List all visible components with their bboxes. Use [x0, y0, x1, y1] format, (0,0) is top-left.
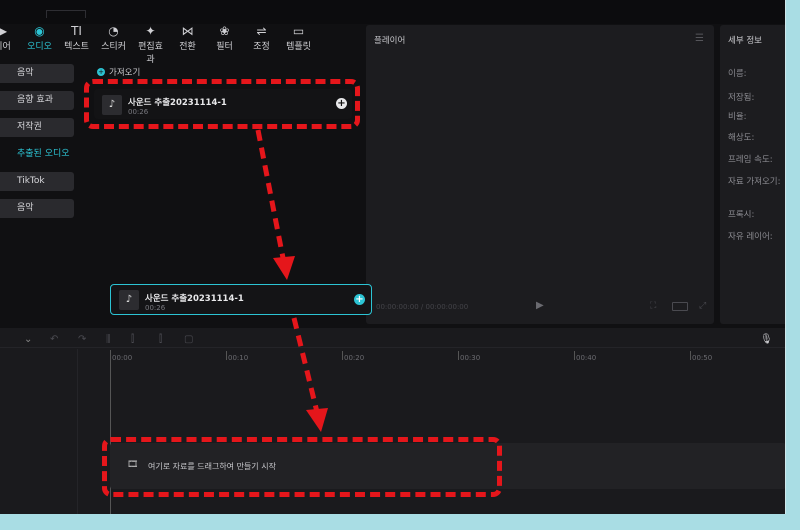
- media-icon: ▶: [0, 24, 19, 39]
- filter-icon: ❀: [219, 24, 230, 38]
- video-editor-window: ▶디어◉오디오TI텍스트◔스티커✦편집효과⋈전환❀필터⇌조정▭템플릿 음악음향 …: [0, 0, 786, 514]
- ruler-tick-label: 00:10: [225, 351, 249, 362]
- ruler-tick-label: 00:00: [109, 351, 133, 362]
- import-label: 가져오기: [109, 68, 141, 78]
- category-toolbar: ▶ 디어 ◉ 오디오 TI 텍스트 ◔ 스티커 ✦ 편집효과 ⋈ 전환 ❀ 필터 ⇌ 조정 ▭ 템플릿: [0, 24, 360, 65]
- redo-icon[interactable]: ↷: [78, 334, 86, 345]
- ratio-icon[interactable]: [672, 302, 688, 311]
- tab-label: 필터: [216, 42, 233, 52]
- tab-label: 조정: [253, 42, 270, 52]
- arrow-1-head: [273, 256, 295, 280]
- ruler-tick-label: 00:20: [341, 351, 365, 362]
- audio-icon: ◉: [34, 24, 45, 38]
- fullscreen-icon[interactable]: ⤢: [699, 301, 706, 311]
- text-icon: TI: [71, 24, 82, 38]
- detail-label: 자료 가져오기:: [728, 177, 781, 187]
- tab-filter[interactable]: ❀ 필터: [208, 24, 241, 60]
- player-panel: 플레이어 ☰ 00:00:00:00 / 00:00:00:00 ▶ ⛶ ⤢: [366, 25, 714, 324]
- tab-label: 전환: [179, 42, 196, 52]
- tab-text[interactable]: TI 텍스트: [60, 24, 93, 60]
- ghost-clip-title: 사운드 추출20231114-1: [145, 294, 244, 304]
- player-timecode: 00:00:00:00 / 00:00:00:00: [376, 303, 469, 311]
- annotation-highlight-target: [102, 437, 502, 497]
- annotation-highlight-source: [84, 79, 360, 129]
- play-icon[interactable]: ▶: [536, 300, 544, 311]
- tiktok-note-icon: ♪: [119, 290, 139, 310]
- title-bar: [0, 0, 785, 24]
- split-right-icon[interactable]: ⫿: [159, 334, 162, 345]
- add-clip-icon[interactable]: +: [354, 294, 365, 305]
- detail-label: 해상도:: [728, 133, 755, 143]
- tab-label: 텍스트: [64, 42, 89, 52]
- tab-label: 스티커: [101, 42, 126, 52]
- title-tab[interactable]: [46, 10, 86, 18]
- detail-label: 프레임 속도:: [728, 155, 773, 165]
- tab-adjust[interactable]: ⇌ 조정: [245, 24, 278, 60]
- tab-label: 디어: [0, 42, 11, 52]
- tab-label: 편집효과: [138, 42, 163, 65]
- timeline-toolbar: [0, 328, 785, 348]
- player-title: 플레이어: [374, 36, 406, 46]
- details-title: 세부 정보: [728, 36, 762, 46]
- tab-label: 오디오: [27, 42, 52, 52]
- tab-effects[interactable]: ✦ 편집효과: [134, 24, 167, 65]
- sidebar-item[interactable]: 음악: [0, 199, 74, 218]
- ruler-tick-label: 00:30: [457, 351, 481, 362]
- tab-template[interactable]: ▭ 템플릿: [282, 24, 315, 60]
- sidebar-item[interactable]: 저작권: [0, 118, 74, 137]
- detail-label: 프록시:: [728, 210, 755, 220]
- tab-label: 템플릿: [286, 42, 311, 52]
- fit-icon[interactable]: ⛶: [650, 301, 656, 311]
- ghost-clip-duration: 00:26: [145, 304, 166, 312]
- dragged-clip-ghost[interactable]: ♪ 사운드 추출20231114-1 00:26 +: [110, 284, 372, 315]
- tab-transition[interactable]: ⋈ 전환: [171, 24, 204, 60]
- sidebar-item[interactable]: 추출된 오디오: [0, 145, 74, 164]
- track-header-column: [0, 349, 78, 514]
- ruler-tick-label: 00:50: [689, 351, 713, 362]
- effects-icon: ✦: [145, 24, 156, 38]
- tab-media[interactable]: ▶ 디어: [0, 24, 19, 60]
- collapse-icon[interactable]: ⌄: [24, 334, 32, 345]
- tab-sticker[interactable]: ◔ 스티커: [97, 24, 130, 60]
- arrow-1-line: [255, 129, 286, 259]
- ruler-tick-label: 00:40: [573, 351, 597, 362]
- sidebar-item[interactable]: 음향 효과: [0, 91, 74, 110]
- sidebar-item[interactable]: 음악: [0, 64, 74, 83]
- detail-label: 이름:: [728, 69, 747, 79]
- delete-icon[interactable]: ▢: [184, 334, 193, 345]
- detail-label: 저장됨:: [728, 93, 755, 103]
- split-icon[interactable]: ⫼: [106, 334, 111, 345]
- transition-icon: ⋈: [181, 24, 194, 38]
- template-icon: ▭: [292, 24, 305, 38]
- detail-label: 비율:: [728, 112, 747, 122]
- split-left-icon[interactable]: ⫿: [131, 334, 134, 345]
- player-menu-icon[interactable]: ☰: [695, 33, 704, 44]
- adjust-icon: ⇌: [256, 24, 267, 38]
- detail-label: 자유 레이어:: [728, 232, 773, 242]
- tab-audio[interactable]: ◉ 오디오: [23, 24, 56, 60]
- undo-icon[interactable]: ↶: [50, 334, 58, 345]
- import-row[interactable]: + 가져오기: [97, 67, 141, 78]
- sidebar-item[interactable]: TikTok: [0, 172, 74, 191]
- import-plus-icon: +: [97, 68, 105, 76]
- microphone-icon[interactable]: 🎙: [760, 334, 773, 345]
- sticker-icon: ◔: [108, 24, 119, 38]
